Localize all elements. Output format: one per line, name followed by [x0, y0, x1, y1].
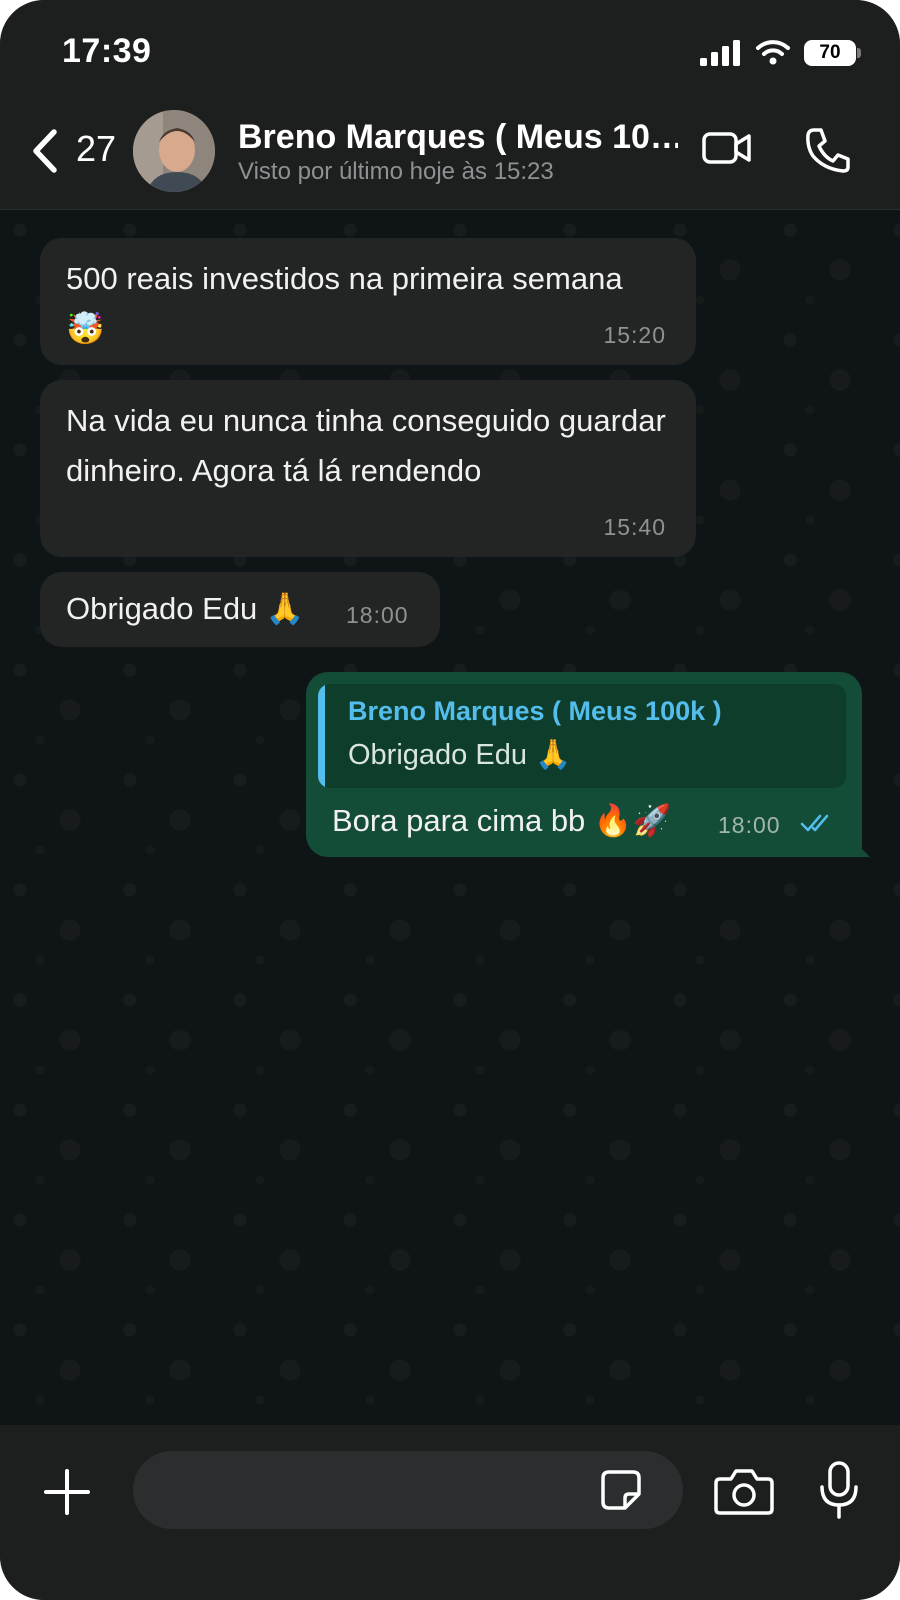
quote-accent-bar: [318, 684, 325, 788]
message-time: 15:20: [603, 322, 666, 348]
message-bubble-incoming[interactable]: Obrigado Edu 🙏 18:00: [40, 572, 440, 647]
quoted-message[interactable]: Breno Marques ( Meus 100k ) Obrigado Edu…: [318, 684, 846, 788]
message-time: 18:00: [346, 602, 409, 628]
last-seen-status: Visto por último hoje às 15:23: [238, 158, 554, 185]
message-composer: [0, 1425, 900, 1600]
wifi-icon: [756, 40, 790, 65]
chevron-left-icon[interactable]: [30, 128, 60, 174]
double-check-icon: [800, 814, 829, 832]
microphone-icon[interactable]: [818, 1461, 860, 1519]
message-text: Bora para cima bb 🔥🚀: [332, 803, 672, 838]
quote-author: Breno Marques ( Meus 100k ): [348, 696, 722, 726]
message-text: Na vida eu nunca tinha conseguido guarda…: [66, 403, 666, 488]
message-time: 18:00: [718, 812, 781, 838]
message-input[interactable]: [133, 1451, 683, 1529]
camera-icon[interactable]: [714, 1467, 774, 1517]
unread-count[interactable]: 27: [76, 128, 116, 170]
battery-level: 70: [804, 40, 856, 66]
message-text: 500 reais investidos na primeira semana …: [66, 261, 623, 346]
contact-name[interactable]: Breno Marques ( Meus 10…: [238, 118, 678, 157]
battery-indicator: 70: [804, 40, 861, 66]
message-bubble-incoming[interactable]: 500 reais investidos na primeira semana …: [40, 238, 696, 365]
phone-screen: 17:39 70 27 Breno Marques ( Meus 10… Vis…: [0, 0, 900, 1600]
chat-header: 17:39 70 27 Breno Marques ( Meus 10… Vis…: [0, 0, 900, 210]
status-time: 17:39: [62, 32, 152, 70]
avatar[interactable]: [133, 110, 215, 192]
quote-text: Obrigado Edu 🙏: [348, 739, 572, 771]
video-call-icon[interactable]: [702, 128, 752, 168]
sticker-icon[interactable]: [599, 1468, 643, 1512]
signal-icon: [700, 40, 740, 66]
plus-icon[interactable]: [44, 1469, 90, 1515]
message-bubble-outgoing[interactable]: Breno Marques ( Meus 100k ) Obrigado Edu…: [306, 672, 870, 857]
phone-icon[interactable]: [804, 126, 850, 174]
message-time: 15:40: [603, 514, 666, 540]
message-text: Obrigado Edu 🙏: [66, 591, 305, 626]
message-bubble-incoming[interactable]: Na vida eu nunca tinha conseguido guarda…: [40, 380, 696, 557]
chat-messages: 500 reais investidos na primeira semana …: [0, 210, 900, 1425]
